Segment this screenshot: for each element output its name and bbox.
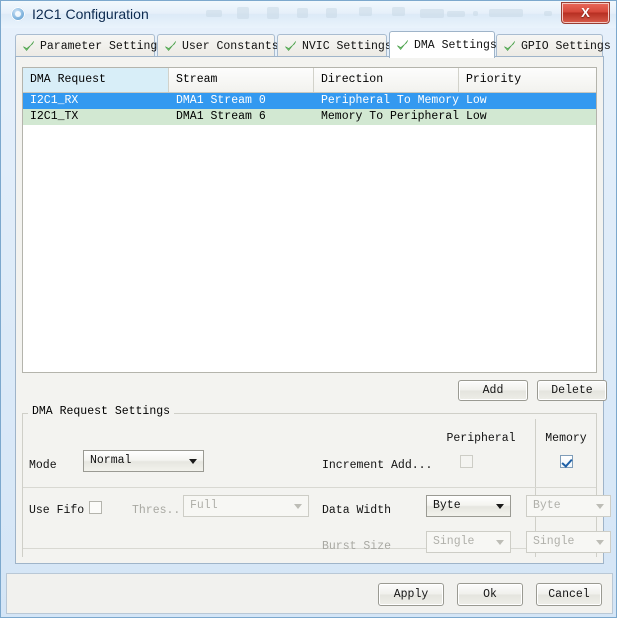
delete-button[interactable]: Delete — [537, 380, 607, 401]
chevron-down-icon — [596, 540, 604, 545]
tab-user-constants[interactable]: User Constants — [157, 34, 279, 57]
increment-address-peripheral-checkbox[interactable] — [460, 455, 473, 468]
chevron-down-icon — [596, 504, 604, 509]
mode-label: Mode — [29, 459, 57, 472]
column-header-priority[interactable]: Priority — [459, 68, 596, 92]
background-artifact — [447, 11, 465, 17]
tab-label: User Constants — [182, 39, 279, 53]
burst-size-memory-value: Single — [533, 535, 575, 548]
close-icon: X — [581, 5, 590, 20]
chevron-down-icon — [189, 459, 197, 464]
app-icon — [11, 7, 25, 21]
tab-parameter-settings[interactable]: Parameter Settings — [15, 34, 164, 57]
table-row[interactable]: I2C1_RX DMA1 Stream 0 Peripheral To Memo… — [23, 93, 596, 109]
increment-address-memory-checkbox[interactable] — [560, 455, 573, 468]
cell-stream: DMA1 Stream 6 — [176, 110, 266, 123]
burst-size-memory-select[interactable]: Single — [526, 531, 611, 553]
background-artifact — [206, 10, 222, 17]
use-fifo-checkbox[interactable] — [89, 501, 102, 514]
tab-label: NVIC Settings — [302, 39, 392, 53]
tab-bar: Parameter Settings User Constants NVIC S… — [15, 31, 611, 58]
dma-settings-panel: DMA Request Stream Direction Priority I2… — [15, 56, 611, 564]
data-width-memory-value: Byte — [533, 499, 561, 512]
threshold-label: Thres... — [132, 504, 188, 517]
check-icon — [397, 39, 409, 50]
table-empty-area[interactable] — [23, 125, 596, 363]
tab-label: GPIO Settings — [521, 39, 611, 53]
background-artifact — [267, 7, 279, 19]
check-icon — [165, 40, 177, 51]
group-title: DMA Request Settings — [28, 405, 175, 418]
mode-value: Normal — [90, 454, 132, 467]
burst-size-peripheral-select[interactable]: Single — [426, 531, 511, 553]
burst-size-peripheral-value: Single — [433, 535, 475, 548]
background-artifact — [359, 7, 372, 16]
cell-stream: DMA1 Stream 0 — [176, 94, 266, 107]
table-header-row: DMA Request Stream Direction Priority — [23, 68, 596, 93]
cell-direction: Peripheral To Memory — [321, 94, 459, 107]
column-header-dma-request[interactable]: DMA Request — [23, 68, 169, 92]
data-width-peripheral-select[interactable]: Byte — [426, 495, 511, 517]
cell-dma-request: I2C1_TX — [30, 110, 79, 123]
row-separator — [23, 487, 596, 488]
close-button[interactable]: X — [561, 2, 610, 24]
check-icon — [23, 40, 35, 51]
tab-label: Parameter Settings — [40, 39, 165, 53]
background-artifact — [392, 7, 405, 16]
cell-dma-request: I2C1_RX — [30, 94, 79, 107]
cell-priority: Low — [466, 94, 487, 107]
check-icon — [504, 40, 516, 51]
cell-priority: Low — [466, 110, 487, 123]
tab-gpio-settings[interactable]: GPIO Settings — [496, 34, 611, 57]
tab-label: DMA Settings — [414, 38, 497, 52]
use-fifo-label: Use Fifo — [29, 504, 85, 517]
increment-address-label: Increment Add... — [322, 459, 433, 472]
ok-button[interactable]: Ok — [457, 583, 523, 606]
background-artifact — [473, 11, 478, 16]
column-header-direction[interactable]: Direction — [314, 68, 459, 92]
window-title: I2C1 Configuration — [32, 6, 149, 22]
background-artifact — [489, 9, 523, 17]
check-icon — [285, 40, 297, 51]
peripheral-column-header: Peripheral — [446, 432, 516, 445]
tab-nvic-settings[interactable]: NVIC Settings — [277, 34, 392, 57]
background-artifact — [420, 9, 444, 18]
apply-button[interactable]: Apply — [378, 583, 444, 606]
threshold-select[interactable]: Full — [183, 495, 309, 517]
add-button[interactable]: Add — [458, 380, 528, 401]
cell-direction: Memory To Peripheral — [321, 110, 459, 123]
chevron-down-icon — [496, 504, 504, 509]
background-artifact — [544, 11, 552, 16]
memory-column-header: Memory — [545, 432, 587, 445]
data-width-label: Data Width — [322, 504, 392, 517]
title-bar: I2C1 Configuration X — [1, 1, 616, 28]
data-width-memory-select[interactable]: Byte — [526, 495, 611, 517]
threshold-value: Full — [190, 499, 218, 512]
background-artifact — [326, 8, 337, 18]
chevron-down-icon — [294, 504, 302, 509]
background-artifact — [297, 8, 308, 18]
burst-size-label: Burst Size — [322, 540, 392, 553]
data-width-peripheral-value: Byte — [433, 499, 461, 512]
chevron-down-icon — [496, 540, 504, 545]
i2c1-configuration-window: I2C1 Configuration X Parameter Settings — [0, 0, 617, 618]
table-row[interactable]: I2C1_TX DMA1 Stream 6 Memory To Peripher… — [23, 109, 596, 125]
dma-request-table[interactable]: DMA Request Stream Direction Priority I2… — [22, 67, 597, 373]
dialog-footer: Apply Ok Cancel — [6, 573, 613, 614]
background-artifact — [237, 7, 249, 19]
column-header-stream[interactable]: Stream — [169, 68, 314, 92]
cancel-button[interactable]: Cancel — [536, 583, 602, 606]
dma-request-settings-group: DMA Request Settings Peripheral Memory M… — [22, 405, 611, 557]
mode-select[interactable]: Normal — [83, 450, 204, 472]
tab-dma-settings[interactable]: DMA Settings — [389, 31, 497, 58]
